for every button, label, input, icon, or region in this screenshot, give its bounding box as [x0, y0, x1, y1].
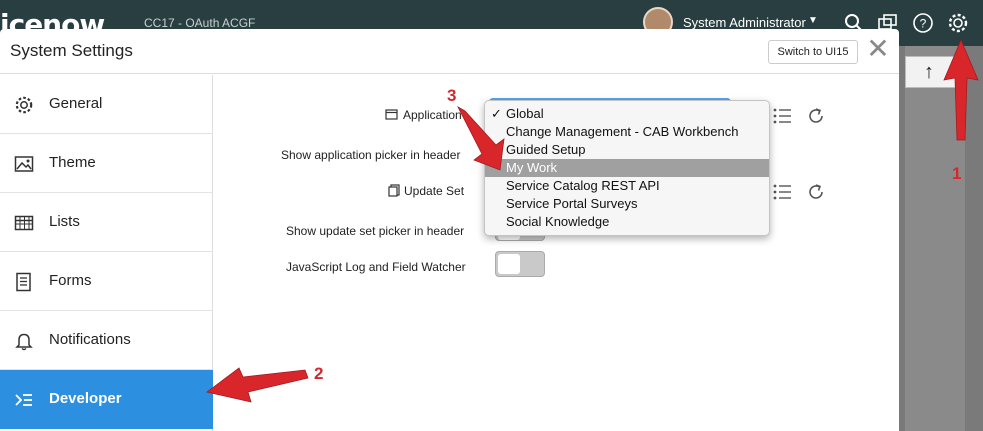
annotation-step-1: 1 — [952, 164, 962, 183]
annotation-arrows-svg — [206, 38, 979, 403]
annotation-arrow-3 — [457, 105, 505, 171]
annotation-arrow-1 — [943, 38, 979, 141]
annotation-step-2: 2 — [314, 364, 324, 383]
annotation-step-3: 3 — [447, 86, 457, 105]
annotation-arrow-2 — [206, 367, 309, 403]
